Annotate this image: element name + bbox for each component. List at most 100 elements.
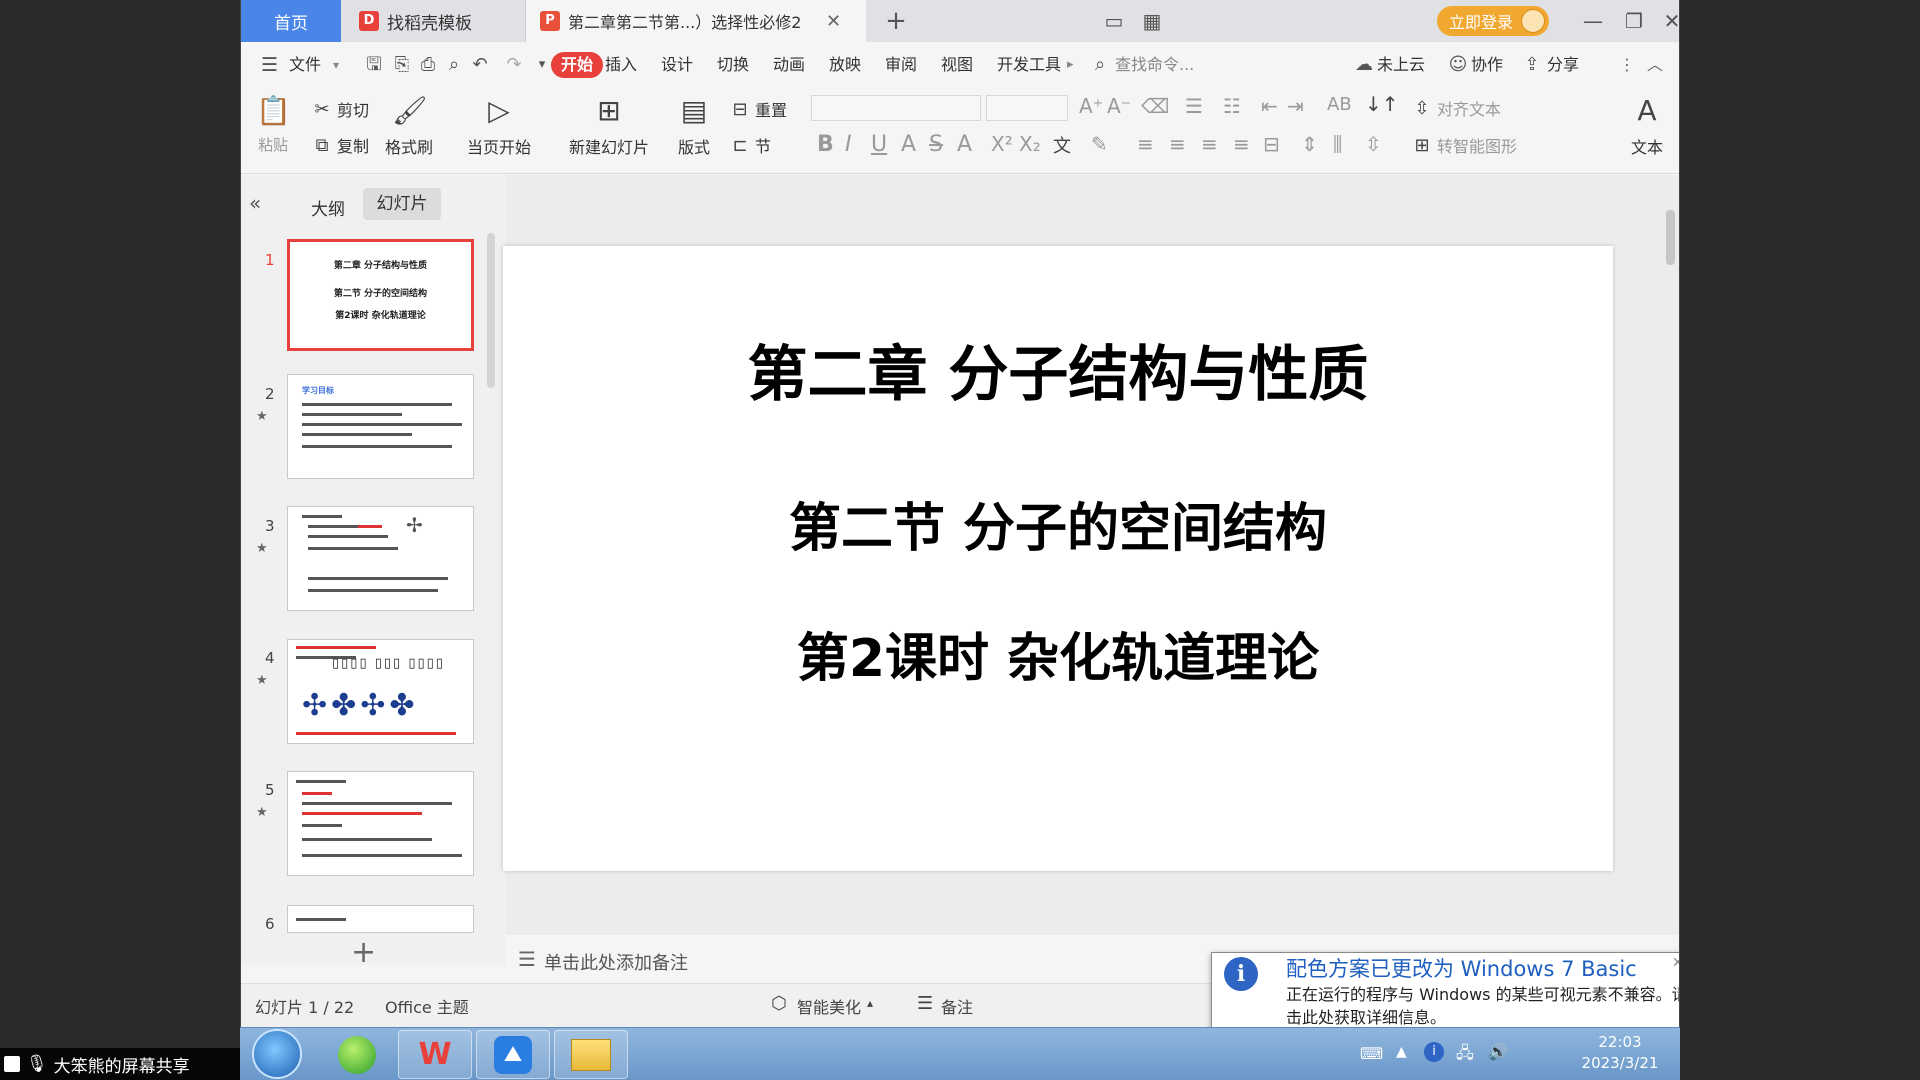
subscript-icon[interactable]: X₂ — [1019, 132, 1041, 156]
reading-mode-icon[interactable]: ▭ — [1101, 8, 1127, 34]
highlight-icon[interactable]: ✎ — [1091, 132, 1108, 156]
reset-button[interactable]: ⊟ 重置 — [729, 96, 787, 122]
bold-icon[interactable]: B — [817, 132, 834, 157]
current-slide[interactable]: 第二章 分子结构与性质 第二节 分子的空间结构 第2课时 杂化轨道理论 — [503, 246, 1613, 871]
browser-taskbar-icon[interactable] — [320, 1030, 394, 1079]
redo-icon[interactable]: ↷ — [503, 54, 525, 76]
minimize-icon[interactable]: — — [1580, 8, 1606, 34]
slide-thumbnail-6[interactable] — [287, 905, 474, 933]
tab-slides[interactable]: 幻灯片 — [363, 188, 441, 220]
show-hidden-icons-icon[interactable]: ▲ — [1396, 1044, 1407, 1060]
play-from-current-button[interactable]: ▷ 当页开始 — [459, 94, 539, 158]
line-spacing-icon[interactable]: ↓↑ — [1365, 92, 1399, 116]
smart-dropdown-icon[interactable]: ▴ — [867, 996, 873, 1010]
export-pdf-icon[interactable]: ⎘ — [391, 54, 413, 76]
keyboard-tray-icon[interactable]: ⌨ — [1360, 1044, 1383, 1063]
search-command-input[interactable]: 查找命令... — [1115, 52, 1194, 78]
tab-document[interactable]: P 第二章第二节第...）选择性必修2 ✕ — [526, 0, 866, 42]
close-notification-icon[interactable]: ✕ — [1672, 955, 1679, 971]
close-tab-icon[interactable]: ✕ — [826, 11, 841, 32]
grow-font-icon[interactable]: A⁺ — [1079, 94, 1103, 118]
indent-decrease-icon[interactable]: ⇤ — [1261, 94, 1278, 118]
network-tray-icon[interactable]: 🖧 — [1456, 1042, 1474, 1069]
menu-slideshow[interactable]: 放映 — [829, 52, 861, 78]
menu-transition[interactable]: 切换 — [717, 52, 749, 78]
columns-icon[interactable]: ⫼ — [1333, 132, 1342, 156]
menu-start[interactable]: 开始 — [551, 52, 604, 78]
collab-button[interactable]: 协作 — [1471, 52, 1503, 78]
font-size-select[interactable] — [986, 95, 1068, 121]
menu-animation[interactable]: 动画 — [773, 52, 805, 78]
font-family-select[interactable] — [811, 95, 981, 121]
collapse-ribbon-icon[interactable]: ︿ — [1647, 52, 1663, 78]
slide-thumbnail-5[interactable] — [287, 771, 474, 876]
phonetic-icon[interactable]: 文 — [1053, 132, 1071, 158]
slide-thumbnail-1[interactable]: 第二章 分子结构与性质 第二节 分子的空间结构 第2课时 杂化轨道理论 — [287, 239, 474, 351]
slide-title[interactable]: 第二章 分子结构与性质 — [503, 326, 1613, 413]
text-direction-icon[interactable]: AB — [1327, 94, 1352, 115]
shrink-font-icon[interactable]: A⁻ — [1107, 94, 1131, 118]
cut-button[interactable]: ✂ 剪切 — [311, 96, 369, 122]
start-button[interactable] — [252, 1029, 302, 1079]
numbering-icon[interactable]: ☷ — [1223, 94, 1241, 118]
tab-daoke-templates[interactable]: D 找稻壳模板 — [341, 0, 526, 42]
print-icon[interactable]: ⎙ — [417, 54, 439, 76]
cloud-status[interactable]: 未上云 — [1377, 52, 1425, 78]
login-button[interactable]: 立即登录 — [1437, 6, 1549, 36]
explorer-taskbar-button[interactable] — [554, 1030, 628, 1079]
new-tab-plus-icon[interactable]: + — [881, 0, 911, 42]
new-slide-button[interactable]: ⊞ 新建幻灯片 — [561, 94, 657, 158]
italic-icon[interactable]: I — [845, 132, 852, 157]
menu-file[interactable]: 文件 — [289, 52, 321, 78]
save-icon[interactable]: 🖫 — [363, 54, 385, 76]
underline-icon[interactable]: U — [871, 132, 887, 157]
menu-view[interactable]: 视图 — [941, 52, 973, 78]
clear-format-icon[interactable]: ⌫ — [1141, 94, 1169, 118]
menu-more-icon[interactable]: ▸ — [1067, 52, 1074, 78]
meeting-app-taskbar-button[interactable]: ⛰ — [476, 1030, 550, 1079]
file-dropdown-icon[interactable]: ▾ — [333, 52, 339, 78]
indent-increase-icon[interactable]: ⇥ — [1287, 94, 1304, 118]
grid-view-icon[interactable]: ▦ — [1139, 8, 1165, 34]
align-text-button[interactable]: ⇳ 对齐文本 — [1411, 95, 1501, 121]
tab-outline[interactable]: 大纲 — [311, 195, 345, 220]
tab-home[interactable]: 首页 — [241, 0, 341, 42]
copy-button[interactable]: ⧉ 复制 — [311, 132, 369, 158]
restore-icon[interactable]: ❐ — [1621, 8, 1647, 34]
layout-button[interactable]: ▤ 版式 — [669, 94, 719, 158]
strikethrough-icon[interactable]: S — [929, 132, 943, 157]
bullets-icon[interactable]: ☰ — [1185, 94, 1203, 118]
smart-beautify-button[interactable]: 智能美化 — [797, 994, 861, 1018]
vertical-scrollbar[interactable] — [1662, 185, 1678, 925]
menu-developer[interactable]: 开发工具 — [997, 52, 1061, 78]
print-preview-icon[interactable]: ⌕ — [443, 54, 465, 76]
menu-insert[interactable]: 插入 — [605, 52, 637, 78]
panel-scrollbar[interactable] — [487, 233, 495, 388]
slide-lesson-title[interactable]: 第2课时 杂化轨道理论 — [503, 616, 1613, 691]
menu-design[interactable]: 设计 — [661, 52, 693, 78]
share-button[interactable]: 分享 — [1547, 52, 1579, 78]
notes-toggle-button[interactable]: 备注 — [941, 994, 973, 1018]
slide-subtitle[interactable]: 第二节 分子的空间结构 — [503, 486, 1613, 561]
collapse-panel-icon[interactable]: « — [249, 191, 261, 215]
notification-balloon[interactable]: i 配色方案已更改为 Windows 7 Basic ✕ 正在运行的程序与 Wi… — [1211, 952, 1679, 1027]
justify-icon[interactable]: ≡ — [1233, 132, 1250, 156]
slide-thumbnail-3[interactable]: ✢ — [287, 506, 474, 611]
line-spacing2-icon[interactable]: ⇳ — [1365, 132, 1382, 156]
wps-taskbar-button[interactable]: W — [398, 1030, 472, 1079]
format-painter-button[interactable]: 🖌 格式刷 — [381, 94, 437, 158]
shadow-icon[interactable]: A — [901, 132, 916, 157]
volume-tray-icon[interactable]: 🔊 — [1488, 1042, 1508, 1061]
undo-icon[interactable]: ↶ — [469, 54, 491, 76]
align-left-icon[interactable]: ≡ — [1137, 132, 1154, 156]
quick-access-dropdown-icon[interactable]: ▾ — [531, 54, 553, 76]
align-center-icon[interactable]: ≡ — [1169, 132, 1186, 156]
paragraph-spacing-icon[interactable]: ⇕ — [1301, 132, 1318, 156]
align-right-icon[interactable]: ≡ — [1201, 132, 1218, 156]
more-options-icon[interactable]: ⋮ — [1619, 52, 1635, 78]
scrollbar-thumb[interactable] — [1666, 210, 1675, 265]
textbox-button[interactable]: A 文本 — [1627, 94, 1667, 158]
hamburger-menu-icon[interactable]: ☰ — [261, 52, 278, 78]
font-color-icon[interactable]: A — [957, 132, 972, 157]
close-window-icon[interactable]: ✕ — [1659, 8, 1679, 34]
